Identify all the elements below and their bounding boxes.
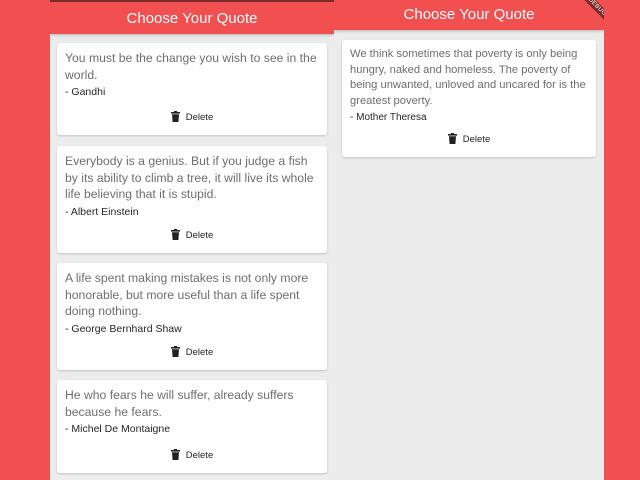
quote-text: You must be the change you wish to see i… xyxy=(65,51,317,82)
quote-card: He who fears he will suffer, already suf… xyxy=(57,380,327,473)
app-bar: Choose Your Quote DEBUG xyxy=(334,0,604,30)
trash-icon xyxy=(170,449,180,460)
app-bar: Choose Your Quote xyxy=(50,0,334,34)
quote-text: He who fears he will suffer, already suf… xyxy=(65,388,294,419)
app-title: Choose Your Quote xyxy=(126,10,258,27)
delete-button[interactable]: Delete xyxy=(342,133,596,145)
debug-banner: DEBUG xyxy=(577,0,604,27)
quote-text: Everybody is a genius. But if you judge … xyxy=(65,154,314,201)
delete-label: Delete xyxy=(185,230,214,241)
quote-card: Everybody is a genius. But if you judge … xyxy=(57,146,327,253)
trash-icon xyxy=(170,111,180,122)
quote-text: We think sometimes that poverty is only … xyxy=(350,48,586,107)
delete-button[interactable]: Delete xyxy=(57,449,327,461)
trash-icon xyxy=(170,346,180,357)
quote-text: A life spent making mistakes is not only… xyxy=(65,271,309,318)
quote-author: - Michel De Montaigne xyxy=(65,423,171,435)
delete-button[interactable]: Delete xyxy=(57,346,327,358)
quote-card: You must be the change you wish to see i… xyxy=(57,43,327,135)
quote-author: - George Bernhard Shaw xyxy=(65,322,182,335)
app-title: Choose Your Quote xyxy=(403,6,535,23)
trash-icon xyxy=(170,229,180,240)
delete-button[interactable]: Delete xyxy=(57,229,327,241)
delete-label: Delete xyxy=(185,450,214,461)
delete-label: Delete xyxy=(462,134,491,145)
trash-icon xyxy=(447,133,457,144)
screen-right: Choose Your Quote DEBUG We think sometim… xyxy=(334,0,604,480)
delete-label: Delete xyxy=(185,347,214,358)
delete-label: Delete xyxy=(185,112,214,123)
screen-left: Choose Your Quote You must be the change… xyxy=(50,0,334,480)
delete-button[interactable]: Delete xyxy=(57,111,327,123)
quote-card: A life spent making mistakes is not only… xyxy=(57,263,327,370)
quote-author: - Gandhi xyxy=(65,86,106,98)
quote-author: - Albert Einstein xyxy=(65,205,139,218)
quote-author: - Mother Theresa xyxy=(350,112,427,123)
quote-card: We think sometimes that poverty is only … xyxy=(342,40,596,157)
